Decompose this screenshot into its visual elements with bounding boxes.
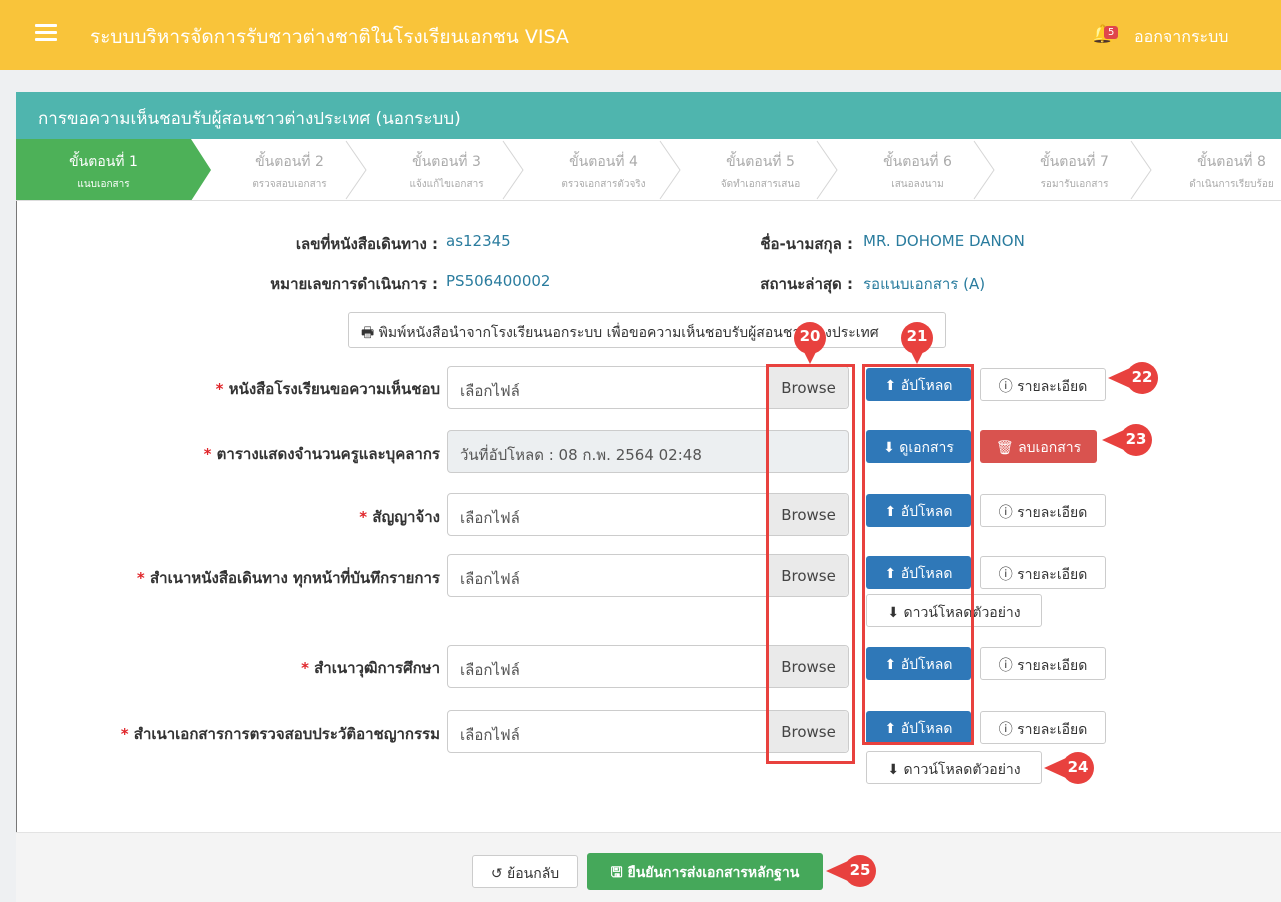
file-placeholder: เลือกไฟล์ [460,726,520,744]
info-icon: ⓘ [998,722,1013,738]
reference-value: PS506400002 [446,272,551,290]
detail-button[interactable]: ⓘ รายละเอียด [980,647,1106,680]
doc-label-staff-table: * ตารางแสดงจำนวนครูและบุคลากร [20,442,440,466]
detail-button[interactable]: ⓘ รายละเอียด [980,556,1106,589]
confirm-submit-button[interactable]: 🖫 ยืนยันการส่งเอกสารหลักฐาน [587,853,823,890]
annotation-label: 24 [1067,758,1089,776]
required-mark: * [203,445,212,463]
doc-label-text: สำเนาเอกสารการตรวจสอบประวัติอาชญากรรม [133,725,440,743]
detail-label: รายละเอียด [1017,505,1088,521]
doc-label-school-letter: * หนังสือโรงเรียนขอความเห็นชอบ [20,377,440,401]
doc-label-text: ตารางแสดงจำนวนครูและบุคลากร [216,445,440,463]
status-label: สถานะล่าสุด : [760,275,853,293]
file-placeholder: เลือกไฟล์ [460,382,520,400]
annotation-box-browse [766,364,855,764]
page-title: การขอความเห็นชอบรับผู้สอนชาวต่างประเทศ (… [38,109,461,129]
doc-label-education: * สำเนาวุฒิการศึกษา [20,656,440,680]
doc-label-text: สัญญาจ้าง [372,508,440,526]
name-value: MR. DOHOME DANON [863,232,1025,250]
back-button[interactable]: ↺ ย้อนกลับ [472,855,578,888]
doc-label-criminal-record: * สำเนาเอกสารการตรวจสอบประวัติอาชญากรรม [20,722,440,746]
trash-icon: 🗑 [995,440,1014,456]
delete-label: ลบเอกสาร [1018,440,1082,456]
file-placeholder: เลือกไฟล์ [460,570,520,588]
info-icon: ⓘ [998,379,1013,395]
detail-label: รายละเอียด [1017,379,1088,395]
doc-label-text: สำเนาหนังสือเดินทาง ทุกหน้าที่บันทึกรายก… [150,569,440,587]
back-label: ย้อนกลับ [507,866,560,882]
logout-link[interactable]: ออกจากระบบ [1134,25,1228,50]
annotation-label: 23 [1125,430,1147,448]
top-navbar: ระบบบริหารจัดการรับชาวต่างชาติในโรงเรียน… [0,0,1281,70]
required-mark: * [301,659,309,677]
download-icon: ⬇ [887,762,900,778]
delete-document-button[interactable]: 🗑 ลบเอกสาร [980,430,1097,463]
annotation-label: 25 [849,861,871,879]
uploaded-date-text: วันที่อัปโหลด : 08 ก.พ. 2564 02:48 [460,446,702,464]
info-icon: ⓘ [998,658,1013,674]
notification-badge: 5 [1104,26,1119,39]
info-icon: ⓘ [998,505,1013,521]
app-title: ระบบบริหารจัดการรับชาวต่างชาติในโรงเรียน… [90,26,569,48]
detail-button[interactable]: ⓘ รายละเอียด [980,494,1106,527]
detail-button[interactable]: ⓘ รายละเอียด [980,711,1106,744]
doc-label-contract: * สัญญาจ้าง [20,505,440,529]
annotation-label: 21 [906,327,928,345]
download-sample-button[interactable]: ⬇ ดาวน์โหลดตัวอย่าง [866,751,1042,784]
info-icon: ⓘ [998,567,1013,583]
name-label: ชื่อ-นามสกุล : [760,235,853,253]
annotation-label: 22 [1131,368,1153,386]
save-icon: 🖫 [610,865,623,881]
status-value: รอแนบเอกสาร (A) [863,275,986,293]
passport-value: as12345 [446,232,511,250]
passport-label: เลขที่หนังสือเดินทาง : [295,235,438,253]
doc-label-text: หนังสือโรงเรียนขอความเห็นชอบ [228,380,440,398]
hamburger-icon [35,24,57,27]
annotation-box-upload [862,364,974,745]
step-chevron-dividers [345,140,1152,200]
printer-icon: 🖶 [361,325,375,341]
required-mark: * [120,725,129,743]
doc-label-text: สำเนาวุฒิการศึกษา [314,659,440,677]
hamburger-menu-button[interactable] [35,24,57,42]
detail-label: รายละเอียด [1017,722,1088,738]
doc-label-passport-copy: * สำเนาหนังสือเดินทาง ทุกหน้าที่บันทึกรา… [20,566,440,590]
sample-label: ดาวน์โหลดตัวอย่าง [903,762,1021,778]
required-mark: * [215,380,224,398]
annotation-label: 20 [799,327,821,345]
detail-button[interactable]: ⓘ รายละเอียด [980,368,1106,401]
required-mark: * [136,569,145,587]
card-header: การขอความเห็นชอบรับผู้สอนชาวต่างประเทศ (… [16,92,1281,139]
detail-label: รายละเอียด [1017,658,1088,674]
wizard-steps: ขั้นตอนที่ 1 แนบเอกสาร ขั้นตอนที่ 2 ตรวจ… [16,139,1281,201]
detail-label: รายละเอียด [1017,567,1088,583]
file-placeholder: เลือกไฟล์ [460,509,520,527]
print-letter-button[interactable]: 🖶 พิมพ์หนังสือนำจากโรงเรียนนอกระบบ เพื่อ… [348,312,946,348]
reference-label: หมายเลขการดำเนินการ : [270,275,438,293]
undo-icon: ↺ [490,866,503,882]
required-mark: * [359,508,368,526]
confirm-label: ยืนยันการส่งเอกสารหลักฐาน [627,865,800,881]
file-placeholder: เลือกไฟล์ [460,661,520,679]
